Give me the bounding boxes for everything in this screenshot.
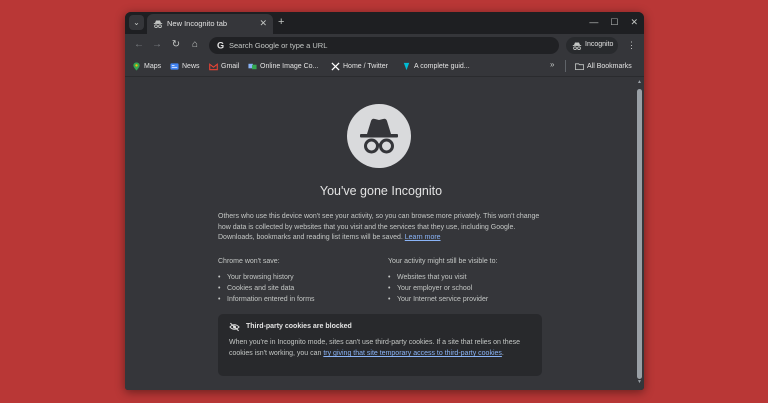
cookies-body-end: .: [501, 350, 504, 357]
list-item: Information entered in forms: [218, 294, 378, 305]
bookmark-complete-guide[interactable]: A complete guid...: [402, 60, 470, 72]
incognito-icon: [360, 118, 398, 154]
bookmark-label: Gmail: [221, 62, 240, 70]
title-bar: ⌄ New Incognito tab ✕ + — ☐ ✕: [125, 12, 644, 34]
all-bookmarks-label: All Bookmarks: [587, 62, 632, 70]
bookmark-label: A complete guid...: [414, 62, 470, 70]
visible-to-section: Your activity might still be visible to:…: [388, 257, 558, 305]
list-item: Websites that you visit: [388, 272, 558, 283]
tab-title: New Incognito tab: [167, 19, 228, 28]
cookies-card-body: When you're in Incognito mode, sites can…: [229, 337, 533, 359]
maps-icon: [133, 61, 140, 71]
folder-icon: [575, 62, 584, 70]
bookmark-label: News: [182, 62, 200, 70]
news-icon: [170, 62, 179, 70]
tab-new-incognito[interactable]: New Incognito tab ✕: [147, 14, 273, 34]
eye-off-icon: [229, 322, 240, 332]
bookmark-online-image-converter[interactable]: Online Image Co...: [248, 60, 318, 72]
cookies-card-title: Third-party cookies are blocked: [246, 323, 352, 330]
bookmarks-bar: Maps News Gmail Online Image Co... Home …: [125, 56, 644, 77]
omnibox-placeholder: Search Google or type a URL: [229, 41, 328, 50]
tab-close-icon[interactable]: ✕: [259, 18, 267, 29]
forward-icon[interactable]: →: [151, 39, 163, 51]
bookmark-home-twitter[interactable]: Home / Twitter: [331, 60, 388, 72]
bookmark-label: Online Image Co...: [260, 62, 319, 70]
minimize-icon[interactable]: —: [589, 16, 598, 28]
incognito-icon: [153, 20, 163, 29]
more-bookmarks-icon[interactable]: »: [550, 60, 554, 69]
incognito-hero-icon: [347, 104, 411, 168]
scrollbar[interactable]: ▲ ▼: [637, 79, 642, 385]
scroll-thumb[interactable]: [637, 89, 642, 379]
toolbar: ← → ↻ ⌂ G Search Google or type a URL In…: [125, 34, 644, 56]
window-controls: — ☐ ✕: [589, 16, 638, 28]
intro-paragraph: Others who use this device won't see you…: [218, 212, 550, 244]
wont-save-section: Chrome won't save: Your browsing history…: [218, 257, 378, 305]
incognito-label: Incognito: [585, 41, 614, 48]
learn-more-link[interactable]: Learn more: [405, 234, 441, 241]
google-g-icon: G: [217, 41, 224, 51]
bookmark-maps[interactable]: Maps: [132, 60, 161, 72]
bookmark-label: Home / Twitter: [343, 62, 388, 70]
maximize-icon[interactable]: ☐: [610, 16, 618, 28]
list-item: Cookies and site data: [218, 283, 378, 294]
omnibox[interactable]: G Search Google or type a URL: [209, 37, 559, 54]
wont-save-title: Chrome won't save:: [218, 258, 280, 265]
home-icon[interactable]: ⌂: [189, 39, 201, 51]
bookmark-gmail[interactable]: Gmail: [209, 60, 239, 72]
new-tab-button[interactable]: +: [278, 15, 284, 30]
scroll-up-icon[interactable]: ▲: [637, 79, 642, 85]
image-converter-icon: [248, 63, 257, 69]
bookmarks-divider: [565, 60, 566, 72]
bookmark-label: Maps: [144, 62, 162, 70]
incognito-profile-button[interactable]: Incognito: [566, 37, 618, 54]
scroll-down-icon[interactable]: ▼: [637, 379, 642, 385]
incognito-icon: [572, 42, 582, 51]
more-menu-icon[interactable]: ⋮: [627, 39, 636, 51]
list-item: Your browsing history: [218, 272, 378, 283]
page-heading: You've gone Incognito: [319, 184, 443, 198]
reload-icon[interactable]: ↻: [170, 39, 182, 51]
list-item: Your Internet service provider: [388, 294, 558, 305]
temporary-access-link[interactable]: try giving that site temporary access to…: [323, 350, 502, 357]
gmail-icon: [209, 62, 218, 70]
tab-search-button[interactable]: ⌄: [129, 15, 144, 30]
third-party-cookies-card: Third-party cookies are blocked When you…: [218, 314, 542, 376]
visible-to-title: Your activity might still be visible to:: [388, 258, 498, 265]
all-bookmarks-button[interactable]: All Bookmarks: [575, 60, 632, 72]
svg-text:G: G: [217, 41, 224, 51]
x-twitter-icon: [331, 61, 340, 71]
close-window-icon[interactable]: ✕: [630, 16, 638, 28]
intro-text: Others who use this device won't see you…: [218, 213, 540, 241]
bookmark-news[interactable]: News: [170, 60, 200, 72]
guide-icon: [403, 62, 410, 70]
back-icon[interactable]: ←: [133, 39, 145, 51]
chevron-down-icon: ⌄: [133, 18, 140, 27]
list-item: Your employer or school: [388, 283, 558, 294]
incognito-page: You've gone Incognito Others who use thi…: [125, 77, 644, 390]
browser-window: ⌄ New Incognito tab ✕ + — ☐ ✕ ← → ↻ ⌂ G: [125, 12, 644, 390]
